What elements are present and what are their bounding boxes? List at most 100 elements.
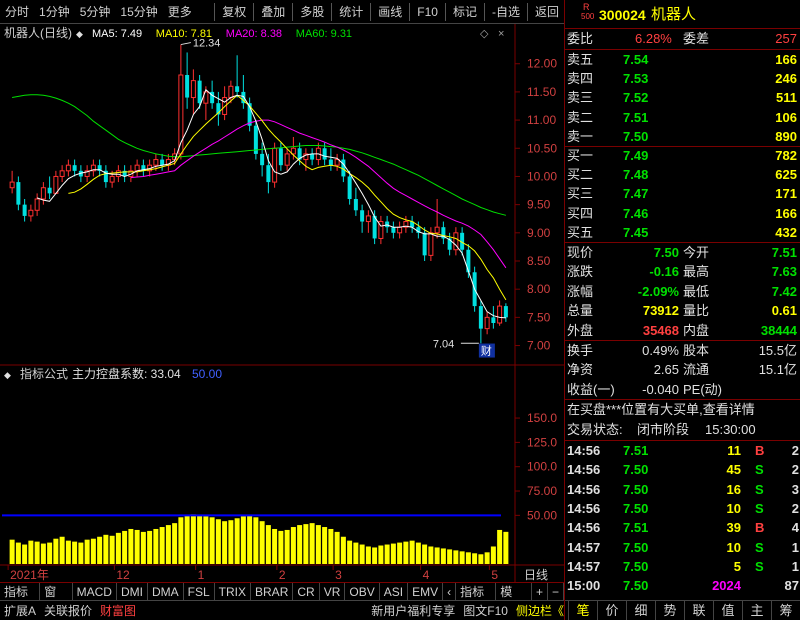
- candle-body: [466, 249, 471, 273]
- tick-count: 4: [791, 520, 799, 536]
- high-pointer: [180, 42, 191, 46]
- x-tick-label: 4: [423, 568, 430, 582]
- indicator-bar: [334, 531, 340, 564]
- status-tab-1[interactable]: 关联报价: [40, 601, 96, 620]
- indicator-bar: [65, 540, 71, 564]
- low-label: 7.04: [433, 338, 454, 350]
- candle-body: [16, 182, 21, 205]
- indicator-bar: [197, 515, 203, 564]
- tick-time: 14:56: [567, 481, 601, 497]
- indicator-bar: [297, 525, 303, 564]
- candle-body: [109, 175, 115, 183]
- indicator-tab-15[interactable]: 模 板: [496, 582, 532, 617]
- indicator-tab-12[interactable]: EMV: [408, 582, 444, 601]
- indicator-bar: [472, 553, 478, 564]
- candle-body: [40, 187, 46, 200]
- indicator-tab-6[interactable]: TRIX: [215, 582, 252, 601]
- toolbar-sep: [483, 2, 485, 21]
- indicator-tab-2[interactable]: MACD: [73, 582, 117, 601]
- indicator-bar: [47, 542, 53, 564]
- orderbook-price: 7.47: [623, 186, 649, 202]
- indicator-bar: [165, 525, 171, 564]
- toolbar-btn-8[interactable]: 返回: [530, 0, 564, 24]
- notice[interactable]: 在买盘***位置有大买单,查看详情: [565, 400, 800, 420]
- indicator-tab-7[interactable]: BRAR: [251, 582, 294, 601]
- indicator-tab-1[interactable]: 窗口: [40, 582, 73, 617]
- toolbar-btn-2[interactable]: 多股: [295, 0, 329, 24]
- tick-side: B: [755, 443, 765, 458]
- quote-value: 7.51: [771, 245, 797, 260]
- toolbar-item-2[interactable]: 5分钟: [75, 0, 116, 24]
- candle-body: [422, 232, 427, 256]
- diamond-icon: ◇: [480, 28, 489, 40]
- weibi-row: 委比 6.28% 委差 257: [565, 29, 800, 49]
- quote-label: 最高: [683, 264, 710, 280]
- indicator-tab-3[interactable]: DMI: [117, 582, 148, 601]
- indicator-bar: [215, 519, 221, 564]
- indicator-tab-17[interactable]: −: [548, 582, 564, 601]
- toolbar-btn-3[interactable]: 统计: [334, 0, 368, 24]
- candle-body: [360, 210, 365, 222]
- tick-side: S: [755, 481, 764, 497]
- indicator-bar: [397, 542, 403, 564]
- orderbook-label: 卖二: [567, 109, 594, 125]
- ma-label: MA5: 7.49: [92, 28, 142, 40]
- y-tick-label: 11.50: [527, 85, 556, 99]
- y-tick-label: 100.0: [527, 460, 557, 474]
- orderbook-vol: 171: [775, 186, 797, 202]
- y-tick-label: 125.0: [527, 435, 557, 449]
- orderbook-vol: 511: [776, 90, 797, 106]
- tick-vol: 45: [726, 462, 741, 478]
- candle-body: [134, 164, 140, 172]
- indicator-tab-8[interactable]: CR: [293, 582, 320, 601]
- toolbar-sep: [253, 2, 255, 21]
- candle-body: [235, 86, 240, 92]
- indicator-bar: [365, 546, 371, 564]
- indicator-tab-9[interactable]: VR: [320, 582, 346, 601]
- indicator-name: 指标公式: [20, 366, 68, 381]
- kline-chart[interactable]: 7.00 7.50 8.00 8.50 9.00 9.50 10.00 10.50 11.00 1…: [0, 24, 564, 366]
- indicator-bar: [453, 550, 459, 564]
- fund-value: 2.65: [653, 362, 679, 378]
- status-right-0[interactable]: 新用户福利专享: [367, 601, 459, 620]
- toolbar-item-4[interactable]: 更多: [163, 0, 197, 24]
- status-tab-0[interactable]: 扩展A: [0, 601, 40, 620]
- tick-count: 1: [791, 539, 799, 555]
- quote-label: 总量: [567, 303, 594, 319]
- indicator-tab-14[interactable]: 指标B: [456, 582, 497, 617]
- toolbar-item-0[interactable]: 分时: [0, 0, 34, 24]
- toolbar-btn-1[interactable]: 叠加: [256, 0, 290, 24]
- toolbar-btn-5[interactable]: F10: [412, 0, 443, 24]
- indicator-bar: [278, 530, 284, 564]
- indicator-tab-13[interactable]: ‹: [443, 582, 457, 601]
- status-right-2[interactable]: 侧边栏《: [512, 601, 568, 620]
- toolbar-item-3[interactable]: 15分钟: [115, 0, 162, 24]
- tick-vol: 16: [726, 481, 741, 497]
- orderbook-price: 7.52: [623, 90, 649, 106]
- indicator-tab-5[interactable]: FSL: [184, 582, 215, 601]
- chart-title: 机器人(日线): [4, 26, 72, 40]
- status-tab-2[interactable]: 财富图: [96, 601, 140, 620]
- indicator-bar: [134, 529, 140, 564]
- toolbar-btn-0[interactable]: 复权: [217, 0, 251, 24]
- orderbook-row: 卖五 7.54 166: [565, 50, 800, 70]
- quote-row: 总量 73912 量比 0.61: [565, 301, 800, 321]
- fund-label: PE(动): [683, 381, 723, 397]
- indicator-tab-4[interactable]: DMA: [148, 582, 184, 601]
- finance-badge-text: 财: [481, 344, 492, 358]
- toolbar-btn-7[interactable]: -自选: [487, 0, 525, 24]
- status-right-1[interactable]: 图文F10: [459, 601, 512, 620]
- indicator-tab-11[interactable]: ASI: [380, 582, 409, 601]
- toolbar-btn-6[interactable]: 标记: [448, 0, 482, 24]
- indicator-chart[interactable]: 50.00 75.00 100.0 125.0 150.0 ◆ 指标公式 主力控盘系数: 33…: [0, 366, 564, 582]
- toolbar-item-1[interactable]: 1分钟: [34, 0, 75, 24]
- tick-price: 7.50: [623, 558, 649, 574]
- orderbook-vol: 782: [775, 148, 797, 163]
- toolbar-btn-4[interactable]: 画线: [373, 0, 407, 24]
- indicator-tab-16[interactable]: +: [532, 582, 548, 601]
- tick-price: 7.50: [623, 539, 649, 555]
- quote-row: 涨幅 -2.09% 最低 7.42: [565, 282, 800, 302]
- indicator-tab-0[interactable]: 指标A: [0, 582, 41, 617]
- indicator-tab-10[interactable]: OBV: [345, 582, 380, 601]
- candle-body: [72, 165, 77, 171]
